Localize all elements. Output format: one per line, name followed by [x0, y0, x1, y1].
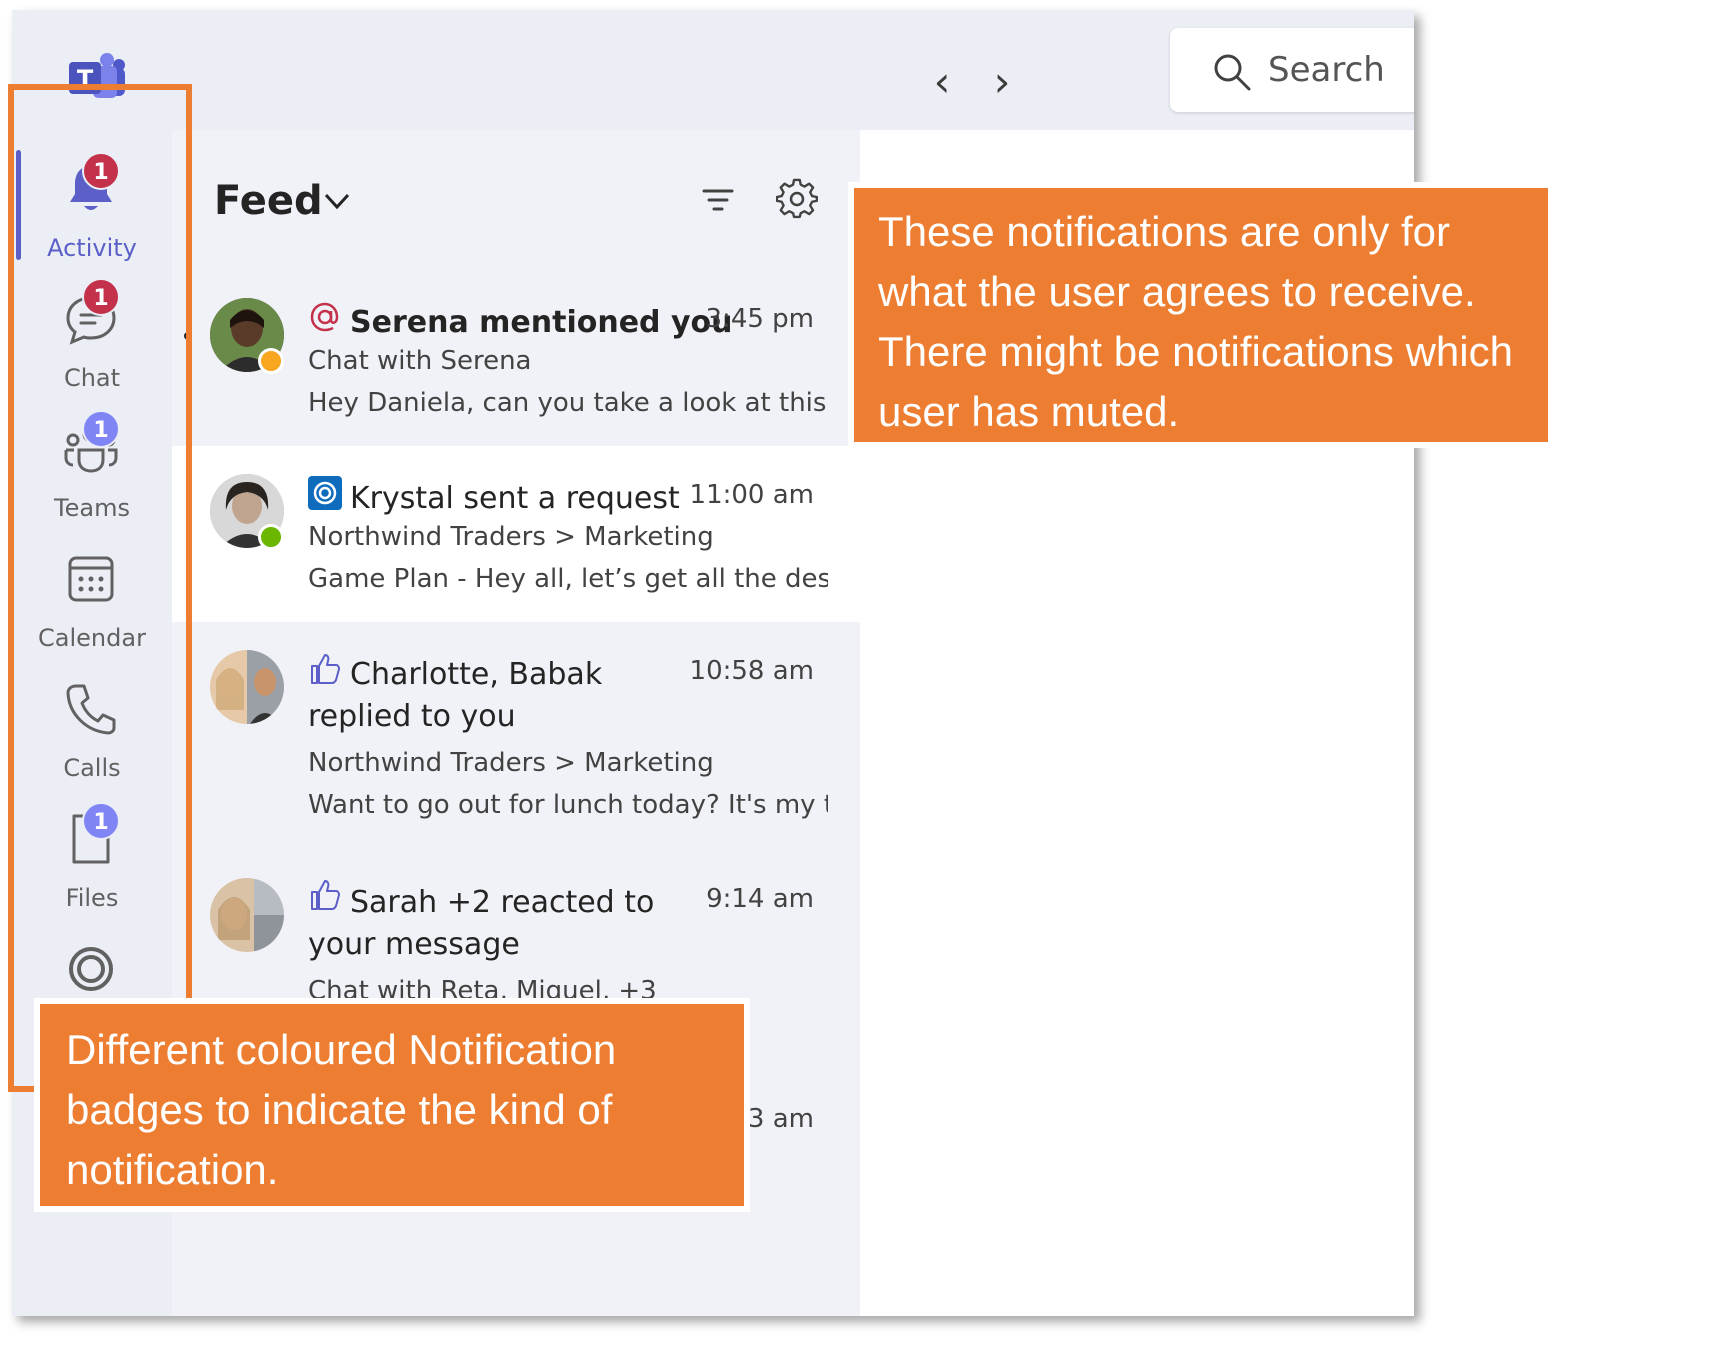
feed-item-reply[interactable]: Charlotte, Babak replied to you 10:58 am…: [172, 622, 860, 850]
feed-item-subtitle: Northwind Traders > Marketing: [308, 748, 714, 778]
feed-title[interactable]: Feed: [214, 178, 323, 224]
gear-icon[interactable]: [776, 178, 818, 220]
search-placeholder: Search: [1268, 50, 1385, 90]
feed-item-time: 11:00 am: [689, 480, 814, 510]
feed-item-title: Serena mentioned you: [350, 305, 733, 340]
filter-icon[interactable]: [700, 182, 736, 218]
feed-item-time: 10:58 am: [689, 656, 814, 686]
feed-item-title: Sarah +2 reacted to your message: [308, 885, 655, 962]
feed-item-preview: Want to go out for lunch today? It's my …: [308, 790, 828, 820]
forward-button[interactable]: ›: [982, 60, 1022, 104]
feed-item-title: Charlotte, Babak replied to you: [308, 657, 603, 734]
chevron-down-icon[interactable]: [322, 186, 352, 216]
back-button[interactable]: ‹: [922, 60, 962, 104]
search-box[interactable]: Search: [1170, 28, 1414, 112]
search-icon: [1214, 54, 1251, 91]
feed-item-time: 3 am: [747, 1104, 814, 1134]
loop-request-icon: [308, 476, 342, 510]
title-bar: T ‹ › Search: [12, 10, 1414, 130]
feed-item-preview: Game Plan - Hey all, let’s get all the d…: [308, 564, 828, 594]
feed-item-subtitle: Chat with Serena: [308, 346, 532, 376]
callout-bottom: Different coloured Notification badges t…: [34, 998, 750, 1212]
feed-item-time: 3:45 pm: [705, 304, 814, 334]
feed-item-request[interactable]: Krystal sent a request 11:00 am Northwin…: [172, 446, 860, 622]
avatar: [210, 878, 284, 952]
callout-top: These notifications are only for what th…: [848, 182, 1554, 448]
feed-header: Feed: [172, 130, 860, 270]
feed-item-mention[interactable]: Serena mentioned you 3:45 pm Chat with S…: [172, 270, 860, 446]
feed-item-subtitle: Northwind Traders > Marketing: [308, 522, 714, 552]
available-status-icon: [258, 524, 284, 550]
avatar: [210, 650, 284, 724]
feed-item-preview: Hey Daniela, can you take a look at this…: [308, 388, 828, 418]
mention-icon: [310, 302, 339, 332]
rail-highlight-box: [8, 84, 192, 1092]
away-status-icon: [258, 348, 284, 374]
feed-item-title: Krystal sent a request: [350, 481, 680, 516]
feed-item-time: 9:14 am: [706, 884, 814, 914]
